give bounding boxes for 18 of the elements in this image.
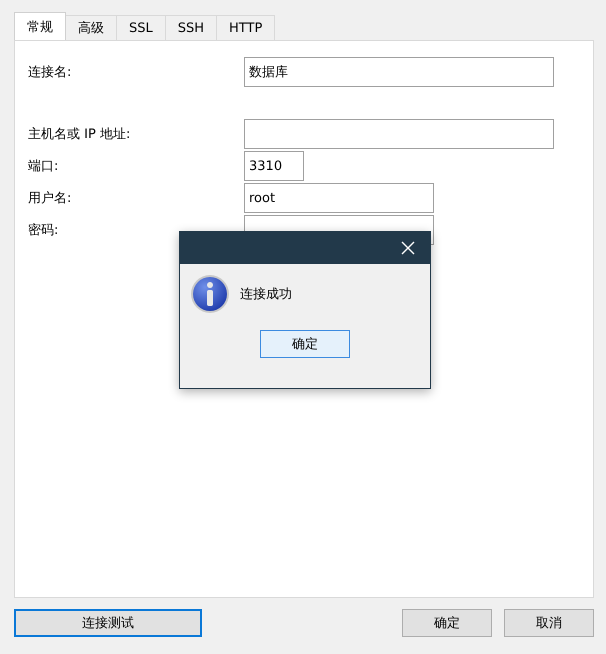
field-label: 端口: [28, 158, 60, 175]
input-field[interactable]: root [244, 183, 434, 213]
input-field[interactable] [244, 119, 554, 149]
field-label: 连接名: [28, 64, 72, 81]
input-field[interactable]: 数据库 [244, 57, 554, 87]
cancel-button[interactable]: 取消 [504, 609, 594, 637]
dialog-ok-button[interactable]: 确定 [260, 330, 350, 358]
tab[interactable]: 常规 [14, 12, 66, 40]
input-field[interactable]: 3310 [244, 151, 304, 181]
dialog-message: 连接成功 [240, 286, 292, 303]
field-label: 密码: [28, 222, 60, 239]
ok-button[interactable]: 确定 [402, 609, 492, 637]
test-connection-button[interactable]: 连接测试 [14, 609, 202, 637]
tab[interactable]: HTTP [216, 15, 276, 40]
field-label: 用户名: [28, 190, 72, 207]
close-icon[interactable] [401, 241, 415, 255]
info-icon [190, 274, 230, 314]
field-label: 主机名或 IP 地址: [28, 126, 132, 143]
